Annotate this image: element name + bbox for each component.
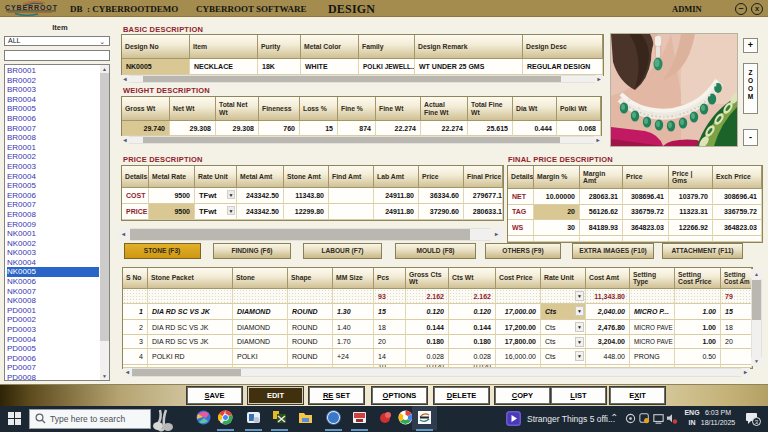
svg-text:CYBERROOT: CYBERROOT — [5, 4, 58, 11]
